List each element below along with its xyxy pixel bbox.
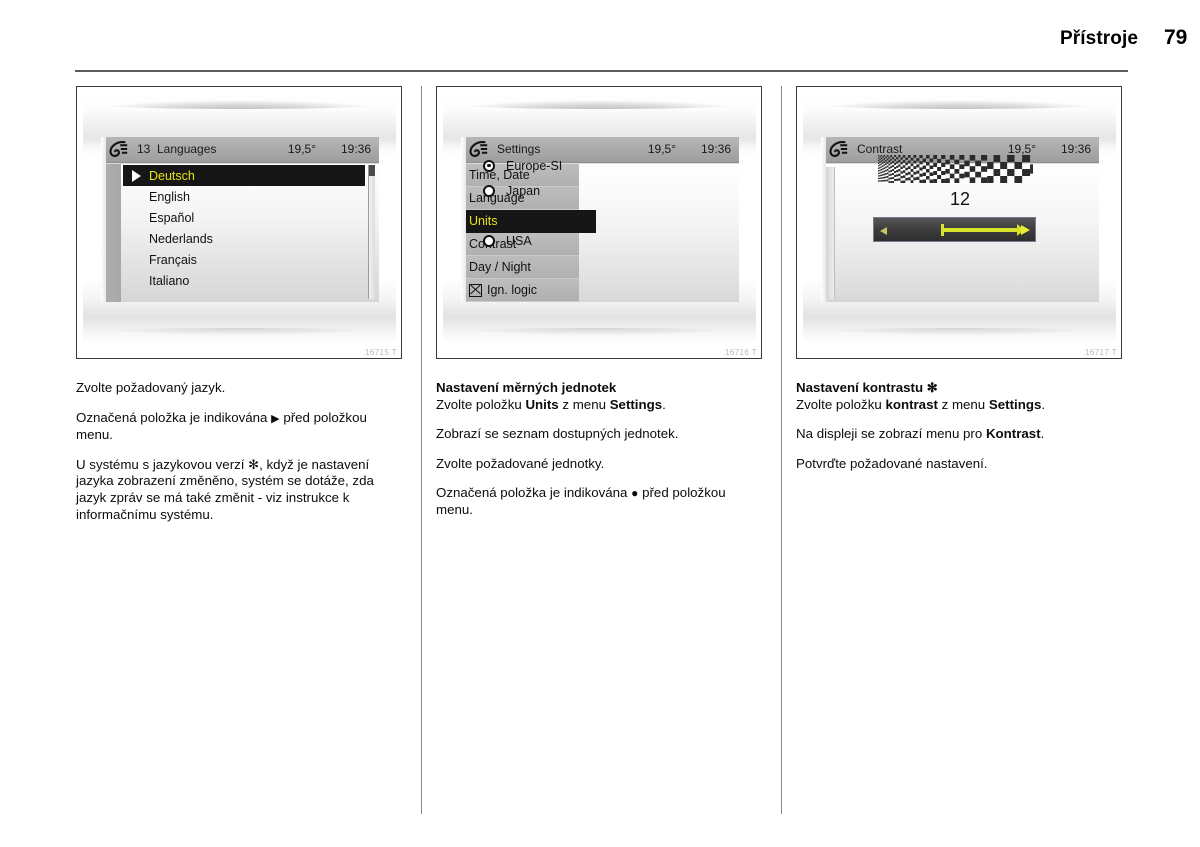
radio-option-japan[interactable]: Japan	[483, 178, 576, 203]
menu-item-label: Ign. logic	[487, 283, 538, 297]
screen-contrast: Contrast 19,5° 19:36 12	[821, 137, 1099, 302]
screen-side-tab	[821, 167, 835, 299]
contrast-slider[interactable]	[873, 217, 1036, 242]
language-list[interactable]: Deutsch English Español Nederlands Franç…	[123, 165, 365, 291]
paragraph-heading: Nastavení kontrastu ✻ Zvolte položku kont…	[796, 380, 1046, 412]
list-item[interactable]: Deutsch	[123, 165, 365, 186]
menu-item-label: Units	[469, 214, 498, 228]
menu-item-day-night[interactable]: Day / Night	[461, 256, 579, 279]
paragraph: Zvolte požadovaný jazyk.	[76, 380, 226, 395]
screen-options-pane	[579, 164, 739, 302]
radio-icon[interactable]	[483, 234, 495, 247]
list-item[interactable]: Nederlands	[123, 228, 365, 249]
settings-wrench-icon	[829, 140, 848, 158]
figure-id: 16717 T	[1084, 348, 1117, 357]
screen-temperature: 19,5°	[287, 142, 316, 156]
contrast-value: 12	[949, 189, 971, 209]
contrast-checkerboard-pattern	[878, 155, 1033, 183]
radio-option-label: Japan	[506, 183, 541, 198]
paragraph-heading: Nastavení měrných jednotek Zvolte položku…	[436, 380, 666, 412]
screen-title: Contrast	[857, 142, 903, 156]
column-divider-2	[781, 86, 782, 814]
copy-contrast: Nastavení kontrastu ✻ Zvolte položku kont…	[796, 380, 1118, 472]
column-divider-1	[421, 86, 422, 814]
figure-id: 16716 T	[724, 348, 757, 357]
menu-item-ign-logic[interactable]: Ign. logic	[461, 279, 579, 302]
radio-icon[interactable]	[483, 159, 495, 172]
list-item-label: Italiano	[149, 273, 190, 288]
column-units: Settings 19,5° 19:36 Time, Date Language…	[436, 86, 766, 532]
column-languages: 13 Languages 19,5° 19:36 Deutsch English…	[76, 86, 406, 536]
screen-settings: Settings 19,5° 19:36 Time, Date Language…	[461, 137, 739, 302]
screen-languages: 13 Languages 19,5° 19:36 Deutsch English…	[101, 137, 379, 302]
scrollbar-thumb[interactable]	[369, 165, 375, 176]
paragraph: Označená položka je indikována ▶ před po…	[76, 409, 367, 443]
paragraph: U systému s jazykovou verzí ✻, když je n…	[76, 456, 374, 522]
screen-clock: 19:36	[340, 142, 371, 156]
list-item[interactable]: Français	[123, 249, 365, 270]
list-item-label: Deutsch	[149, 168, 195, 183]
checkbox-x-icon[interactable]	[469, 283, 482, 297]
menu-item-label: Day / Night	[469, 260, 531, 274]
figure-id: 16715 T	[364, 348, 397, 357]
page-number: 79	[1164, 26, 1188, 49]
decrease-arrow-icon[interactable]	[880, 227, 887, 235]
page-title: Přístroje	[1060, 28, 1138, 49]
screen-title: Languages	[157, 142, 217, 156]
screen-temperature: 19,5°	[647, 142, 676, 156]
list-item-label: Français	[149, 252, 197, 267]
paragraph: Označená položka je indikována ● před po…	[436, 485, 726, 517]
radio-option-label: Europe-SI	[506, 158, 563, 173]
slider-fill[interactable]	[941, 224, 1024, 236]
menu-item-units[interactable]: Units	[461, 210, 596, 233]
screen-title-bar: 13 Languages 19,5° 19:36	[101, 137, 379, 163]
screen-left-gutter	[101, 164, 121, 302]
header-rule	[75, 70, 1128, 72]
screen-index: 13	[137, 142, 151, 156]
list-item[interactable]: Italiano	[123, 270, 365, 291]
scrollbar-track[interactable]	[368, 165, 375, 299]
increase-arrow-icon[interactable]	[1021, 225, 1030, 235]
radio-option-label: USA	[506, 233, 532, 248]
paragraph: Zvolte požadované jednotky.	[436, 455, 605, 471]
radio-option-europe-si[interactable]: Europe-SI	[483, 153, 576, 178]
figure-contrast: Contrast 19,5° 19:36 12 16717 T	[796, 86, 1122, 359]
settings-wrench-icon	[109, 140, 128, 158]
copy-languages: Zvolte požadovaný jazyk. Označená položk…	[76, 380, 398, 523]
paragraph: Na displeji se zobrazí menu pro Kontrast…	[796, 426, 1045, 442]
list-item[interactable]: English	[123, 186, 365, 207]
list-item-label: English	[149, 189, 190, 204]
figure-settings: Settings 19,5° 19:36 Time, Date Language…	[436, 86, 762, 359]
units-option-list[interactable]: Europe-SI Japan Great Britain USA	[483, 153, 576, 253]
figure-languages: 13 Languages 19,5° 19:36 Deutsch English…	[76, 86, 402, 359]
screen-temperature: 19,5°	[1007, 142, 1036, 156]
screen-clock: 19:36	[1060, 142, 1091, 156]
list-item-label: Nederlands	[149, 231, 213, 246]
selection-arrow-icon	[132, 169, 141, 182]
screen-clock: 19:36	[700, 142, 731, 156]
page-header: Přístroje 79	[0, 26, 1200, 60]
column-contrast: Contrast 19,5° 19:36 12 16717 T Nastaven…	[796, 86, 1126, 485]
paragraph: Potvrďte požadované nastavení.	[796, 455, 988, 471]
copy-units: Nastavení měrných jednotek Zvolte položku…	[436, 380, 758, 519]
paragraph: Zobrazí se seznam dostupných jednotek.	[436, 426, 679, 442]
list-item-label: Español	[149, 210, 195, 225]
radio-icon[interactable]	[483, 184, 495, 197]
list-item[interactable]: Español	[123, 207, 365, 228]
